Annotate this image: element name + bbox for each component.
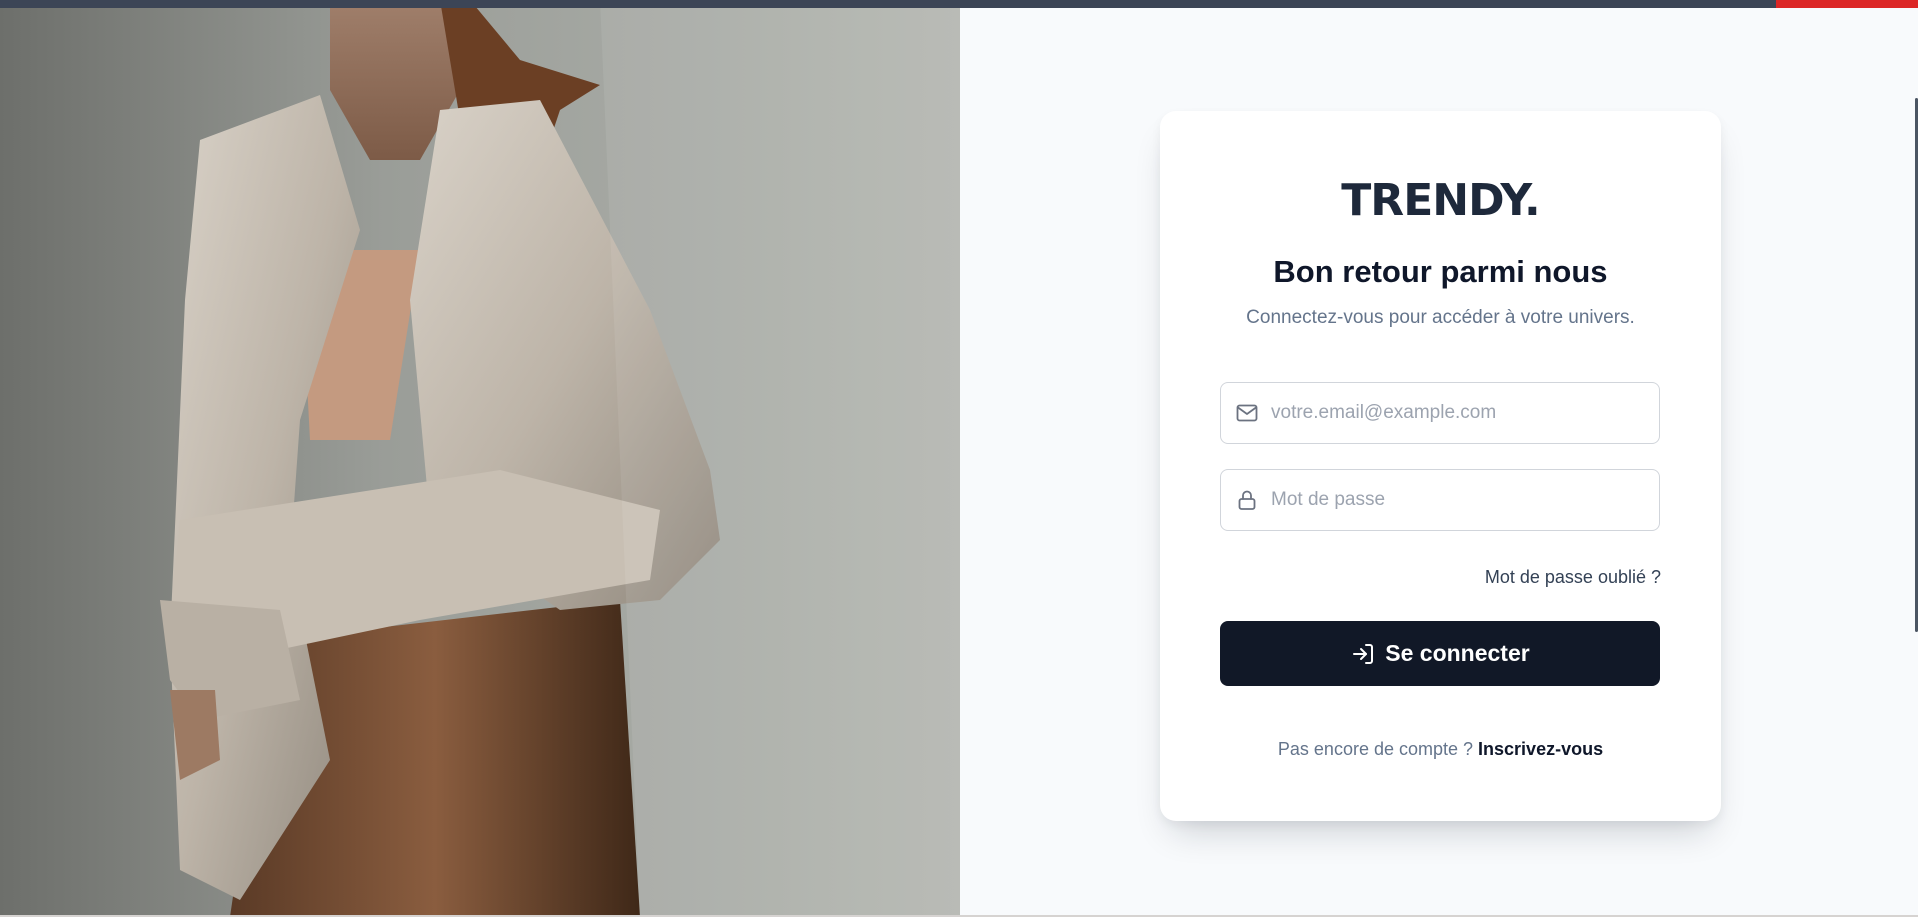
email-field[interactable] xyxy=(1220,382,1660,444)
password-input[interactable] xyxy=(1271,489,1651,511)
forgot-password-link[interactable]: Mot de passe oublié ? xyxy=(1485,567,1661,588)
login-submit-label: Se connecter xyxy=(1385,640,1530,666)
signup-prompt-text: Pas encore de compte ? xyxy=(1277,739,1479,759)
login-submit-button[interactable]: Se connecter xyxy=(1220,621,1660,686)
login-panel: TRENDY. Bon retour parmi nous Connectez-… xyxy=(960,0,1918,917)
progress-bar-accent xyxy=(1776,0,1918,8)
brand-logo[interactable]: TRENDY. xyxy=(1160,175,1721,226)
log-in-icon xyxy=(1350,641,1376,667)
login-page: TRENDY. Bon retour parmi nous Connectez-… xyxy=(0,0,1918,917)
signup-link[interactable]: Inscrivez-vous xyxy=(1478,739,1603,759)
lock-icon xyxy=(1234,487,1260,513)
password-field[interactable] xyxy=(1220,469,1660,531)
page-progress-bar xyxy=(0,0,1918,8)
hero-image xyxy=(0,0,960,917)
login-card: TRENDY. Bon retour parmi nous Connectez-… xyxy=(1160,111,1721,821)
signup-prompt: Pas encore de compte ? Inscrivez-vous xyxy=(1160,739,1721,760)
hero-photo-illustration xyxy=(0,0,960,917)
email-input[interactable] xyxy=(1271,402,1651,424)
page-title: Bon retour parmi nous xyxy=(1273,254,1608,289)
mail-icon xyxy=(1234,400,1260,426)
page-subtitle: Connectez-vous pour accéder à votre univ… xyxy=(1246,307,1635,328)
